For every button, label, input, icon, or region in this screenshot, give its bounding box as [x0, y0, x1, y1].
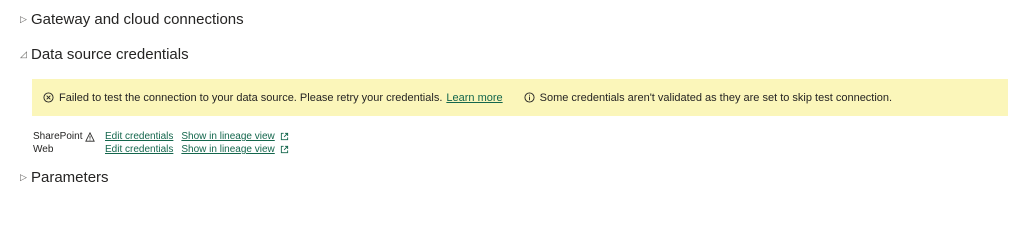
info-text: Some credentials aren't validated as the…: [539, 91, 893, 104]
credential-name: Web: [33, 144, 54, 155]
credentials-list: SharePoint Edit credentials Show in line…: [33, 130, 289, 156]
section-parameters[interactable]: ▷ Parameters: [20, 169, 109, 186]
external-link-icon[interactable]: [280, 145, 289, 154]
info-message: Some credentials aren't validated as the…: [524, 92, 892, 104]
credential-row-web: Web Edit credentials Show in lineage vie…: [33, 143, 289, 156]
chevron-right-icon: ▷: [20, 14, 27, 24]
edit-credentials-link[interactable]: Edit credentials: [105, 144, 173, 155]
section-gateway-label: Gateway and cloud connections: [31, 11, 244, 28]
section-gateway-cloud-connections[interactable]: ▷ Gateway and cloud connections: [20, 11, 244, 28]
show-in-lineage-view-link[interactable]: Show in lineage view: [181, 144, 274, 155]
section-parameters-label: Parameters: [31, 169, 109, 186]
error-message: Failed to test the connection to your da…: [43, 92, 503, 104]
credential-name: SharePoint: [33, 131, 83, 142]
learn-more-link[interactable]: Learn more: [446, 92, 502, 104]
credential-row-sharepoint: SharePoint Edit credentials Show in line…: [33, 130, 289, 143]
external-link-icon[interactable]: [280, 132, 289, 141]
section-data-source-credentials[interactable]: ◿ Data source credentials: [20, 46, 189, 63]
credentials-warning-banner: Failed to test the connection to your da…: [32, 79, 1008, 116]
info-icon: [524, 92, 535, 103]
show-in-lineage-view-link[interactable]: Show in lineage view: [181, 131, 274, 142]
warning-triangle-icon: [85, 131, 96, 142]
error-text: Failed to test the connection to your da…: [59, 91, 443, 104]
circle-x-icon: [43, 92, 54, 103]
chevron-right-icon: ▷: [20, 172, 27, 182]
edit-credentials-link[interactable]: Edit credentials: [105, 131, 173, 142]
section-datasource-label: Data source credentials: [31, 46, 189, 63]
chevron-down-icon: ◿: [20, 49, 27, 59]
